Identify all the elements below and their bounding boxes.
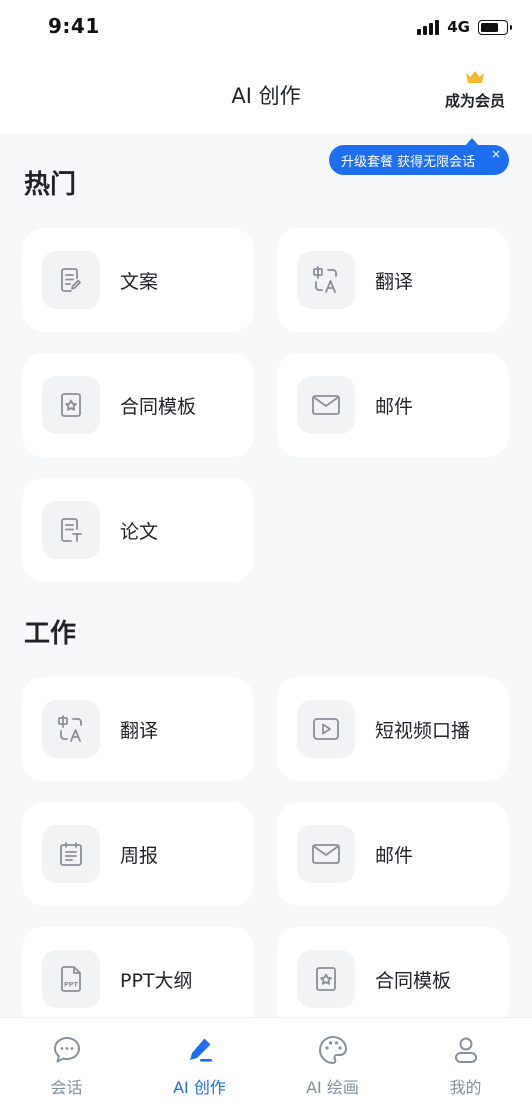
app-root: 9:41 4G AI 创作 成为会员 升级套餐 获得无限会话 × 热门 文案 翻… <box>0 0 532 1111</box>
become-member-button[interactable]: 成为会员 <box>440 70 510 111</box>
nav-item-ai-paint[interactable]: AI 绘画 <box>266 1018 399 1111</box>
section-title-work: 工作 <box>24 619 77 649</box>
card-short-video-script[interactable]: 短视频口播 <box>277 677 509 781</box>
palette-icon <box>318 1036 347 1064</box>
calendar-report-icon <box>42 825 100 883</box>
card-contract-template-work[interactable]: 合同模板 <box>277 927 509 1031</box>
contract-icon <box>297 950 355 1008</box>
card-label: 翻译 <box>120 719 159 742</box>
nav-item-ai-create[interactable]: AI 创作 <box>133 1018 266 1111</box>
svg-text:PPT: PPT <box>64 981 79 989</box>
card-ppt-outline[interactable]: PPT PPT大纲 <box>22 927 254 1031</box>
card-label: 邮件 <box>375 395 414 418</box>
card-label: 合同模板 <box>120 395 197 418</box>
pen-icon <box>189 1038 212 1062</box>
crown-icon <box>466 71 484 83</box>
chat-bubble-icon <box>53 1037 80 1063</box>
card-label: 邮件 <box>375 844 414 867</box>
tooltip-close-icon[interactable]: × <box>491 148 501 160</box>
card-translate-work[interactable]: 翻译 <box>22 677 254 781</box>
card-email-work[interactable]: 邮件 <box>277 802 509 906</box>
battery-icon <box>478 19 512 35</box>
card-label: 周报 <box>120 844 159 867</box>
card-weekly-report[interactable]: 周报 <box>22 802 254 906</box>
card-email[interactable]: 邮件 <box>277 353 509 457</box>
card-label: 文案 <box>120 270 159 293</box>
nav-label: AI 绘画 <box>306 1078 359 1097</box>
card-copywriting[interactable]: 文案 <box>22 228 254 332</box>
card-label: 翻译 <box>375 270 414 293</box>
bottom-nav: 会话 AI 创作 AI 绘画 我的 <box>0 1017 532 1111</box>
translate-icon <box>42 700 100 758</box>
status-indicators: 4G <box>417 18 512 36</box>
nav-label: 会话 <box>50 1078 83 1097</box>
become-member-label: 成为会员 <box>444 92 505 110</box>
card-contract-template[interactable]: 合同模板 <box>22 353 254 457</box>
ppt-file-icon: PPT <box>42 950 100 1008</box>
mail-icon <box>297 825 355 883</box>
card-label: PPT大纲 <box>120 969 193 992</box>
card-label: 合同模板 <box>375 969 452 992</box>
card-translate[interactable]: 翻译 <box>277 228 509 332</box>
status-time: 9:41 <box>48 14 100 38</box>
nav-label: AI 创作 <box>173 1078 226 1097</box>
contract-icon <box>42 376 100 434</box>
mail-icon <box>297 376 355 434</box>
section-title-hot: 热门 <box>24 170 77 200</box>
nav-item-me[interactable]: 我的 <box>399 1018 532 1111</box>
network-type: 4G <box>447 18 470 36</box>
nav-label: 我的 <box>449 1078 482 1097</box>
upgrade-tooltip[interactable]: 升级套餐 获得无限会话 × <box>329 138 509 175</box>
nav-item-chat[interactable]: 会话 <box>0 1018 133 1111</box>
user-icon <box>454 1037 477 1063</box>
video-play-icon <box>297 700 355 758</box>
card-label: 短视频口播 <box>375 719 471 742</box>
signal-icon <box>417 19 440 35</box>
document-edit-icon <box>42 251 100 309</box>
upgrade-tooltip-text: 升级套餐 获得无限会话 <box>341 154 476 170</box>
card-label: 论文 <box>120 520 159 543</box>
status-bar: 9:41 4G <box>0 0 532 56</box>
translate-icon <box>297 251 355 309</box>
card-thesis[interactable]: 论文 <box>22 478 254 582</box>
thesis-icon <box>42 501 100 559</box>
header: AI 创作 成为会员 <box>0 56 532 134</box>
